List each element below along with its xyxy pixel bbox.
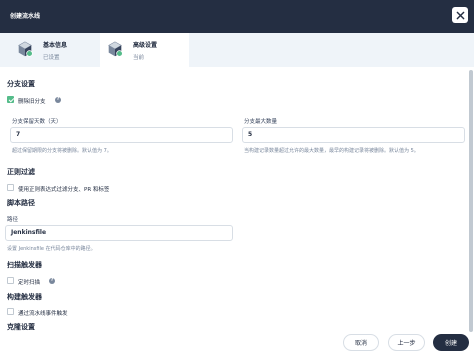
days-to-keep-label: 分支保留天数（天） xyxy=(12,119,62,125)
step-status: 当前 xyxy=(133,55,145,61)
regex-filter-checkbox[interactable] xyxy=(7,184,14,191)
section-title-build-trigger: 构建触发器 xyxy=(7,293,42,301)
step-advanced-settings[interactable]: 高级设置 当前 xyxy=(100,33,189,67)
section-title-regex-filter: 正则过滤 xyxy=(7,168,35,176)
max-branches-input[interactable]: 5 xyxy=(242,127,465,143)
settings-form: 分支设置 删除旧分支 ? 分支保留天数（天） 7 超过保留期限的分支将被删除。默… xyxy=(0,67,474,356)
max-branches-hint: 当构建记录数量超过允许的最大数量，最早的构建记录将被删除。默认值为 5。 xyxy=(244,148,419,154)
step-status: 已设置 xyxy=(43,55,60,61)
days-to-keep-input[interactable]: 7 xyxy=(10,127,233,143)
script-path-label: 路径 xyxy=(7,217,19,223)
step-title: 基本信息 xyxy=(43,42,68,49)
discard-old-branches-label: 删除旧分支 xyxy=(18,99,46,105)
close-icon xyxy=(456,11,464,19)
step-basic-info[interactable]: 基本信息 已设置 xyxy=(10,33,98,67)
create-button[interactable]: 创建 xyxy=(433,334,469,351)
pipeline-event-trigger-label: 通过流水线事件触发 xyxy=(18,311,68,317)
script-path-input[interactable]: Jenkinsfile xyxy=(5,225,233,241)
dialog-title: 创建流水线 xyxy=(10,13,41,20)
max-branches-label: 分支最大数量 xyxy=(244,119,278,125)
dialog-footer: 取消 上一步 创建 xyxy=(0,331,474,356)
help-icon[interactable]: ? xyxy=(49,278,55,284)
close-button[interactable] xyxy=(452,7,468,23)
cancel-button[interactable]: 取消 xyxy=(343,334,379,351)
dialog-header: 创建流水线 xyxy=(0,0,474,33)
script-path-hint: 设置 Jenkinsfile 在代码仓库中的路径。 xyxy=(7,246,96,252)
section-title-script-path: 脚本路径 xyxy=(7,199,35,207)
days-to-keep-hint: 超过保留期限的分支将被删除。默认值为 7。 xyxy=(12,148,112,154)
previous-button[interactable]: 上一步 xyxy=(388,334,425,351)
scheduled-scan-label: 定时扫描 xyxy=(18,280,41,286)
scrollbar[interactable] xyxy=(469,70,473,332)
section-title-scan-trigger: 扫描触发器 xyxy=(7,261,42,269)
pipeline-event-trigger-checkbox[interactable] xyxy=(7,308,14,315)
cube-icon xyxy=(108,41,123,57)
discard-old-branches-checkbox[interactable] xyxy=(7,96,14,103)
regex-filter-label: 使用正则表达式过滤分支、PR 和标签 xyxy=(18,187,110,193)
step-title: 高级设置 xyxy=(133,42,158,49)
scheduled-scan-checkbox[interactable] xyxy=(7,277,14,284)
help-icon[interactable]: ? xyxy=(55,97,61,103)
step-bar: 基本信息 已设置 高级设置 当前 xyxy=(0,33,474,67)
section-title-branch-settings: 分支设置 xyxy=(7,80,35,88)
cube-icon xyxy=(18,41,33,57)
